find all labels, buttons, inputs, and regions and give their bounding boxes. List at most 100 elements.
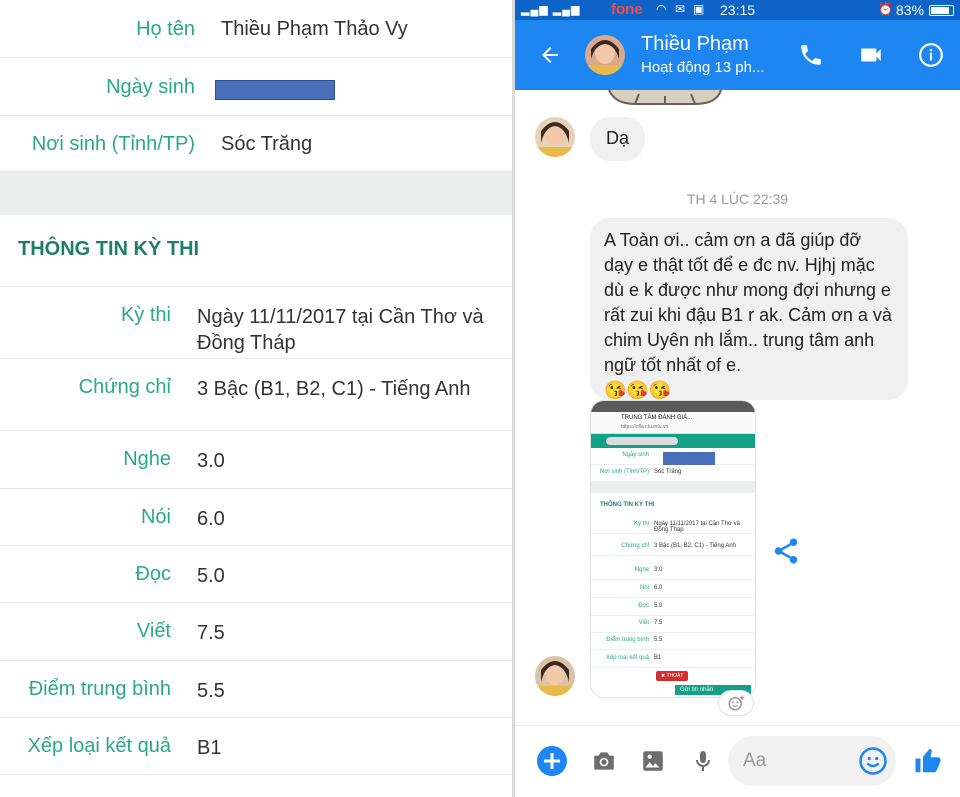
info-value: Thiều Phạm Thảo Vy — [221, 18, 408, 40]
message-list[interactable]: Dạ TH 4 LÚC 22:39 A Toàn ơi.. cảm ơn a đ… — [515, 90, 960, 725]
message-input[interactable]: Aa — [728, 736, 896, 786]
exam-info-row: Viết 7.5 — [0, 603, 512, 661]
mini-row-label: Chứng chỉ — [621, 543, 649, 549]
mini-row: Điểm trung bình 5.5 — [591, 633, 755, 650]
exam-info-row: Đọc 5.0 — [0, 546, 512, 603]
info-value: Sóc Trăng — [221, 133, 313, 155]
call-button[interactable] — [791, 20, 831, 90]
exam-info-label: Đọc — [135, 563, 171, 585]
camera-icon — [594, 752, 614, 770]
contact-avatar[interactable] — [585, 35, 625, 75]
mini-redaction-box — [663, 452, 715, 465]
mini-row-value: 5.0 — [654, 603, 663, 609]
message-text: A Toàn ơi.. cảm ơn a đã giúp đỡ dạy e th… — [604, 230, 892, 375]
exam-info-value: 3.0 — [197, 450, 225, 472]
mini-row-value: 3 Bậc (B1, B2, C1) - Tiếng Anh — [654, 543, 737, 549]
messenger-screen: ▂▄▆ ▂▄▆ fone ◠ ✉ ▣ 23:15 ⏰ 83% Thiều Phạ… — [515, 0, 960, 797]
mini-row: Nói 6.0 — [591, 581, 755, 598]
share-icon — [774, 538, 798, 564]
exam-info-label: Kỳ thi — [120, 304, 171, 326]
more-actions-button[interactable] — [529, 738, 575, 784]
exam-info-row: Chứng chỉ 3 Bậc (B1, B2, C1) - Tiếng Anh — [0, 359, 512, 431]
mini-row: Xếp loại kết quả B1 — [591, 651, 755, 668]
exam-info-row: Nói 6.0 — [0, 489, 512, 546]
mini-row-label: Đọc — [638, 603, 649, 609]
message-timestamp: TH 4 LÚC 22:39 — [686, 191, 789, 207]
contact-name[interactable]: Thiều Phạm — [641, 33, 749, 56]
redaction-box — [215, 80, 335, 100]
message-input-placeholder: Aa — [743, 750, 767, 771]
message-bubble[interactable]: Dạ — [590, 117, 646, 161]
microphone-icon — [696, 751, 710, 771]
gallery-button[interactable] — [630, 738, 676, 784]
exam-info-label: Viết — [136, 620, 171, 642]
reaction-button[interactable] — [718, 690, 754, 716]
mini-browser-bar: TRUNG TÂM ĐÁNH GIÁ... https://cfla.ctu.e… — [591, 412, 755, 434]
share-button[interactable] — [771, 536, 801, 566]
exam-info-row: Xếp loại kết quả B1 — [0, 718, 512, 775]
mini-row-value: B1 — [654, 655, 662, 661]
signal-icon: ▂▄▆ ▂▄▆ — [521, 4, 581, 16]
section-gap — [0, 172, 512, 215]
thumbs-up-icon — [915, 748, 941, 773]
message-text: Dạ — [606, 128, 630, 148]
exam-info-value: 5.5 — [197, 680, 225, 702]
mini-row-value: 7.5 — [654, 620, 663, 626]
mini-row-label: Nơi sinh (Tỉnh/TP) — [600, 469, 649, 475]
info-row-name: Họ tên Thiều Phạm Thảo Vy — [0, 0, 512, 58]
exam-info-value: 6.0 — [197, 508, 225, 530]
sender-avatar[interactable] — [535, 117, 575, 157]
mini-statusbar — [591, 401, 755, 412]
mini-row-value: Sóc Trăng — [654, 469, 682, 475]
info-icon — [919, 43, 943, 67]
battery-percent: 83% — [896, 2, 925, 18]
sender-avatar[interactable] — [535, 656, 575, 696]
mini-row: Chứng chỉ 3 Bậc (B1, B2, C1) - Tiếng Anh — [591, 539, 755, 556]
info-button[interactable] — [911, 20, 951, 90]
exam-info-value: 5.0 — [197, 565, 225, 587]
mini-row-label: Điểm trung bình — [606, 637, 649, 643]
conversation-header: Thiều Phạm Hoạt động 13 ph... — [515, 20, 960, 90]
exam-info-label: Điểm trung bình — [28, 678, 171, 700]
mini-row-label: Nói — [639, 585, 649, 591]
mini-row: Nơi sinh (Tỉnh/TP) Sóc Trăng — [591, 465, 755, 482]
camera-button[interactable] — [581, 738, 627, 784]
exam-info-label: Nói — [140, 506, 171, 528]
exam-info-row: Điểm trung bình 5.5 — [0, 661, 512, 718]
phone-icon — [801, 45, 821, 65]
voice-button[interactable] — [680, 738, 726, 784]
image-attachment[interactable]: TRUNG TÂM ĐÁNH GIÁ... https://cfla.ctu.e… — [590, 400, 756, 698]
battery-icon — [929, 5, 954, 16]
info-label: Ngày sinh — [106, 76, 195, 98]
exam-info-value: 3 Bậc (B1, B2, C1) - Tiếng Anh — [197, 378, 471, 400]
exam-info-value: Ngày 11/11/2017 tại Cần Thơ và Đồng Tháp — [197, 306, 484, 354]
image-icon: ▣ — [693, 2, 705, 16]
mini-row-value: Ngày 11/11/2017 tại Cần Thơ và Đồng Tháp — [654, 521, 740, 533]
mini-row-value: 3.0 — [654, 567, 663, 573]
message-bubble[interactable]: A Toàn ơi.. cảm ơn a đã giúp đỡ dạy e th… — [590, 218, 908, 400]
emoji-kiss: 😘😘😘 — [604, 380, 672, 400]
mini-row: Nghe 3.0 — [591, 563, 755, 580]
emoji-button[interactable] — [858, 746, 888, 776]
mini-row-value: 6.0 — [654, 585, 663, 591]
message-composer: Aa — [515, 725, 960, 797]
video-call-button[interactable] — [851, 20, 891, 90]
exam-info-value: B1 — [197, 737, 222, 759]
mini-row-label: Kỳ thi — [633, 521, 649, 527]
mini-section-gap — [591, 481, 755, 493]
video-camera-icon — [861, 48, 881, 62]
exam-info-label: Xếp loại kết quả — [27, 735, 171, 757]
smiley-icon — [859, 747, 887, 775]
exam-info-label: Nghe — [123, 448, 171, 470]
info-row-birthplace: Nơi sinh (Tỉnh/TP) Sóc Trăng — [0, 116, 512, 172]
add-reaction-icon — [728, 695, 745, 711]
mail-icon: ✉ — [675, 2, 686, 16]
like-button[interactable] — [905, 738, 951, 784]
status-bar: ▂▄▆ ▂▄▆ fone ◠ ✉ ▣ 23:15 ⏰ 83% — [515, 0, 960, 20]
mini-page-title: TRUNG TÂM ĐÁNH GIÁ... — [621, 415, 693, 421]
mini-exit-button: ✖ THOÁT — [656, 671, 689, 681]
exam-info-label: Chứng chỉ — [78, 376, 171, 398]
contact-status: Hoạt động 13 ph... — [641, 59, 765, 76]
exam-info-value: 7.5 — [197, 622, 225, 644]
back-button[interactable] — [525, 20, 575, 90]
